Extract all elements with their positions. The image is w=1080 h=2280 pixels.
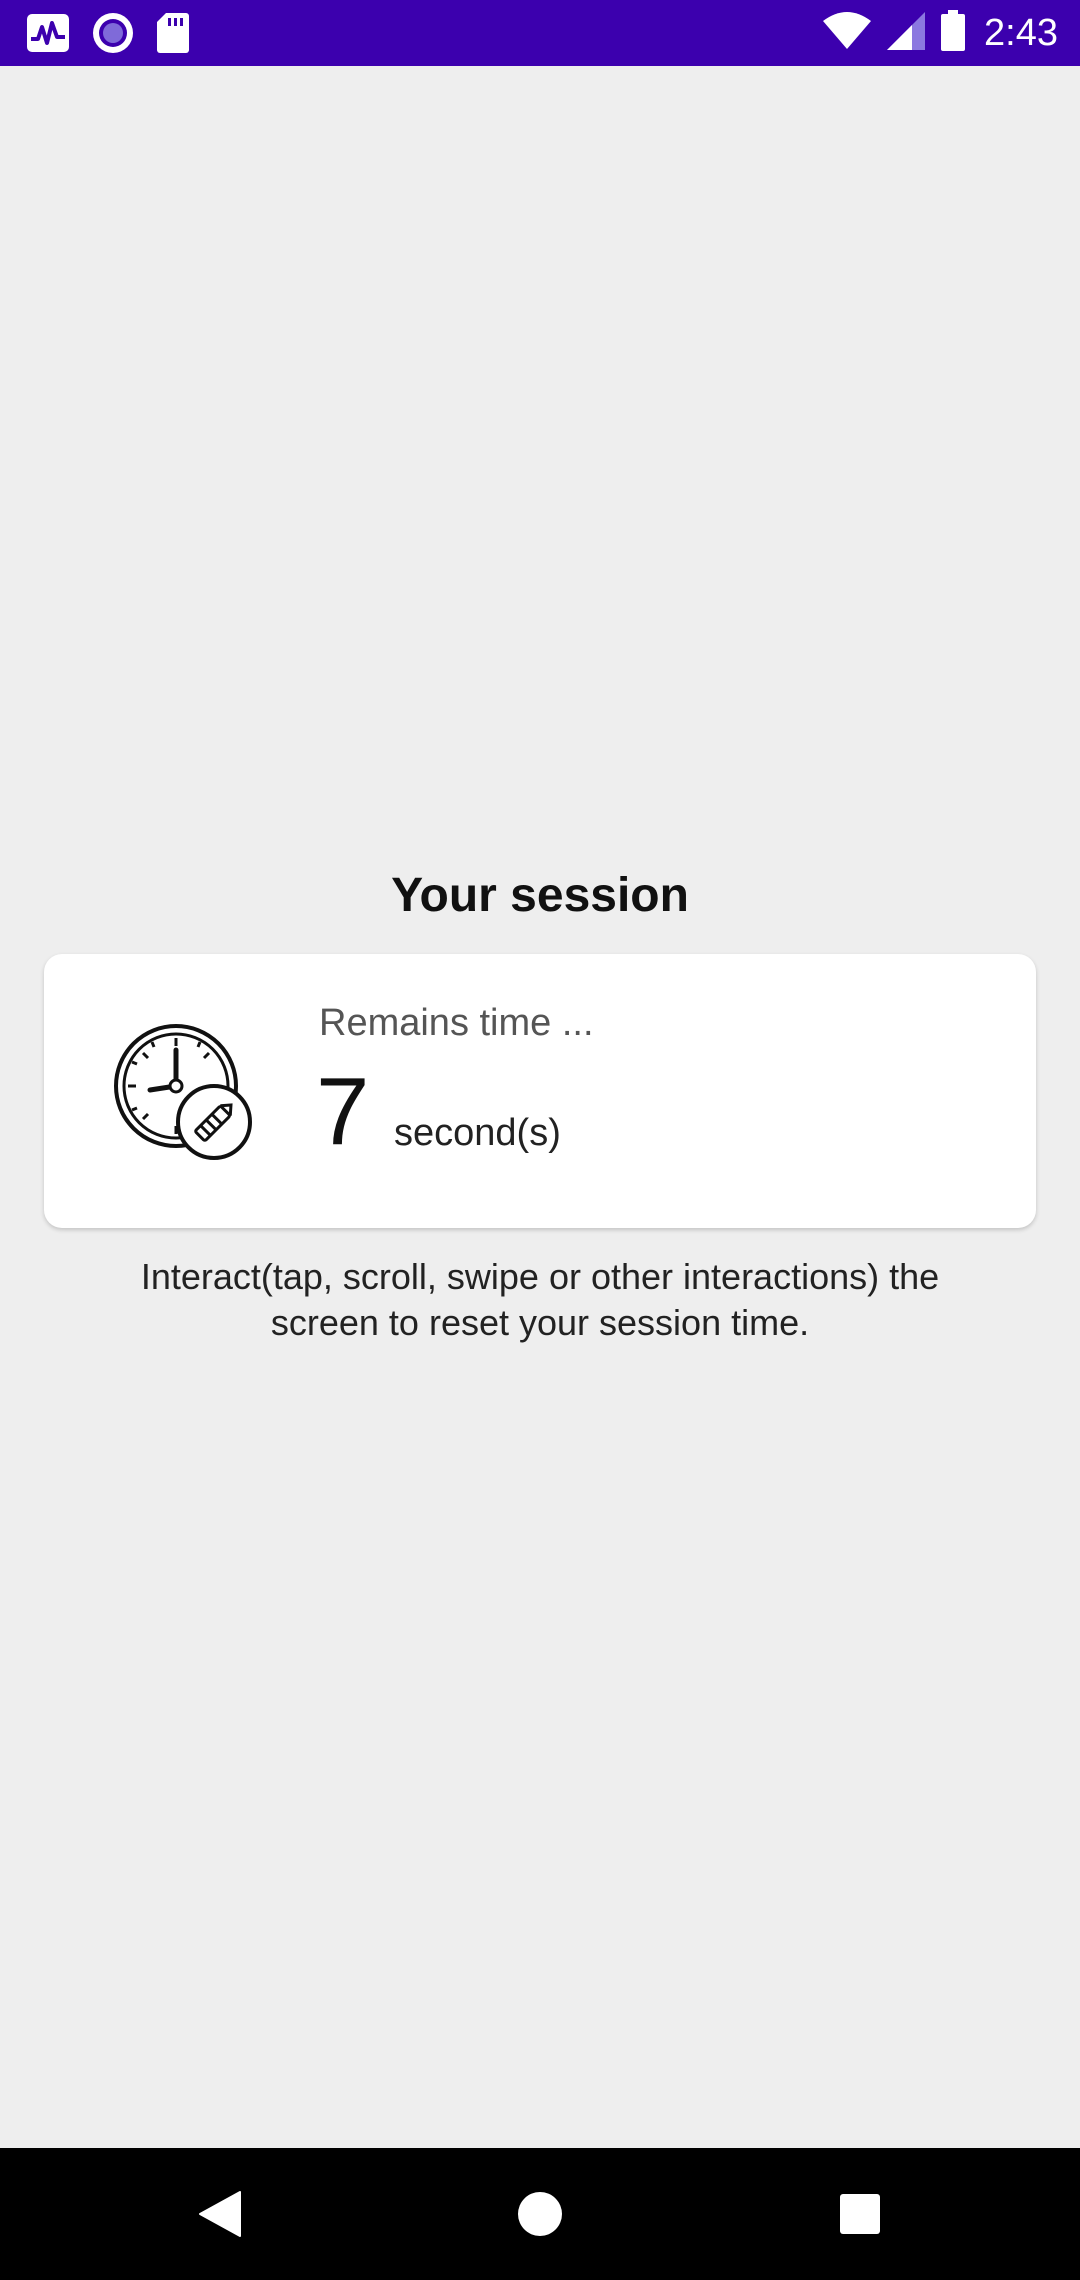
sd-card-icon — [156, 12, 190, 59]
clock-time: 2:43 — [984, 11, 1058, 54]
activity-icon — [26, 13, 70, 58]
seconds-unit-label: second(s) — [394, 1112, 561, 1154]
recents-icon — [840, 2194, 880, 2234]
reset-hint-text: Interact(tap, scroll, swipe or other int… — [140, 1256, 940, 1343]
wifi-icon — [822, 11, 872, 56]
system-status-icons: 2:43 — [808, 0, 1058, 66]
recents-button[interactable] — [800, 2148, 920, 2280]
signal-icon — [886, 11, 926, 56]
battery-icon — [940, 9, 966, 57]
seconds-remaining-value: 7 — [316, 1058, 370, 1165]
record-icon — [92, 12, 134, 59]
navigation-bar — [0, 2148, 1080, 2280]
back-icon — [199, 2191, 241, 2237]
back-button[interactable] — [160, 2148, 280, 2280]
remains-time-label: Remains time ... — [319, 1002, 594, 1044]
clock-timer-icon — [114, 1024, 254, 1164]
home-icon — [518, 2192, 562, 2236]
session-card: Remains time ... 7 second(s) — [44, 954, 1036, 1228]
notification-icons — [26, 12, 212, 59]
page-title: Your session — [391, 869, 689, 922]
status-bar: 2:43 — [0, 0, 1080, 66]
home-button[interactable] — [480, 2148, 600, 2280]
